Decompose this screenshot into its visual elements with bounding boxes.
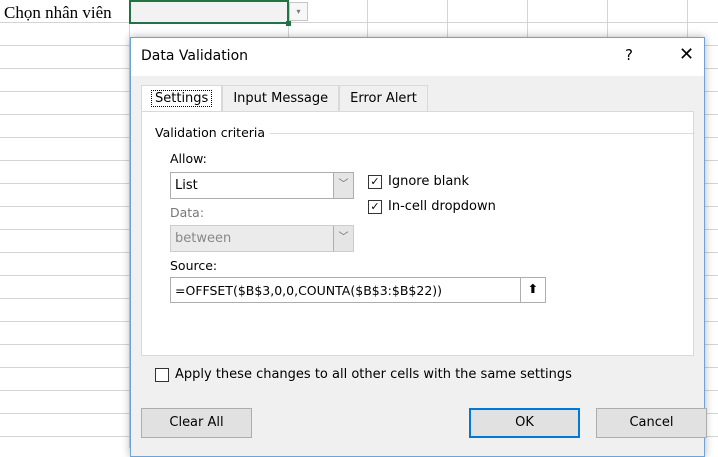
in-cell-dropdown-label: In-cell dropdown: [388, 199, 496, 214]
tab-settings[interactable]: Settings: [141, 85, 223, 112]
collapse-dialog-icon[interactable]: ⬆: [520, 278, 545, 302]
allow-value: List: [175, 178, 198, 193]
apply-all-checkbox[interactable]: Apply these changes to all other cells w…: [155, 367, 572, 382]
allow-label: Allow:: [170, 151, 207, 166]
tab-bar: Settings Input Message Error Alert: [141, 85, 428, 112]
cancel-button[interactable]: Cancel: [596, 408, 707, 438]
close-icon[interactable]: ✕: [679, 44, 694, 65]
data-value: between: [175, 231, 232, 246]
chevron-down-icon: ﹀: [333, 173, 353, 198]
data-label: Data:: [170, 205, 205, 220]
ignore-blank-label: Ignore blank: [388, 174, 470, 189]
dialog-title: Data Validation: [141, 48, 249, 64]
group-divider: [270, 133, 695, 134]
data-select: between ﹀: [170, 225, 354, 252]
cell-label[interactable]: Chọn nhân viên: [4, 3, 112, 23]
checkbox-unchecked-icon: [155, 367, 169, 382]
tab-input-message[interactable]: Input Message: [222, 85, 340, 112]
ok-button[interactable]: OK: [469, 408, 580, 438]
help-icon[interactable]: ?: [625, 46, 633, 64]
source-label: Source:: [170, 258, 218, 273]
in-cell-dropdown-checkbox[interactable]: ✓ In-cell dropdown: [368, 199, 496, 214]
clear-all-button[interactable]: Clear All: [141, 408, 252, 438]
cell-dropdown-button[interactable]: ▾: [289, 2, 308, 21]
checkbox-checked-icon: ✓: [368, 174, 382, 189]
tab-error-alert[interactable]: Error Alert: [339, 85, 428, 112]
allow-select[interactable]: List ﹀: [170, 172, 354, 199]
selected-cell[interactable]: [129, 0, 291, 26]
chevron-down-icon: ﹀: [333, 226, 353, 251]
checkbox-checked-icon: ✓: [368, 199, 382, 214]
settings-panel: Validation criteria Allow: List ﹀ Data: b…: [141, 111, 695, 356]
group-label: Validation criteria: [155, 125, 266, 140]
apply-all-label: Apply these changes to all other cells w…: [175, 367, 572, 382]
ignore-blank-checkbox[interactable]: ✓ Ignore blank: [368, 174, 469, 189]
dialog-titlebar: Data Validation ? ✕: [131, 38, 704, 76]
source-value: =OFFSET($B$3,0,0,COUNTA($B$3:$B$22)): [175, 283, 443, 298]
source-input[interactable]: =OFFSET($B$3,0,0,COUNTA($B$3:$B$22)): [170, 277, 546, 303]
data-validation-dialog: Data Validation ? ✕ Settings Input Messa…: [130, 37, 707, 457]
